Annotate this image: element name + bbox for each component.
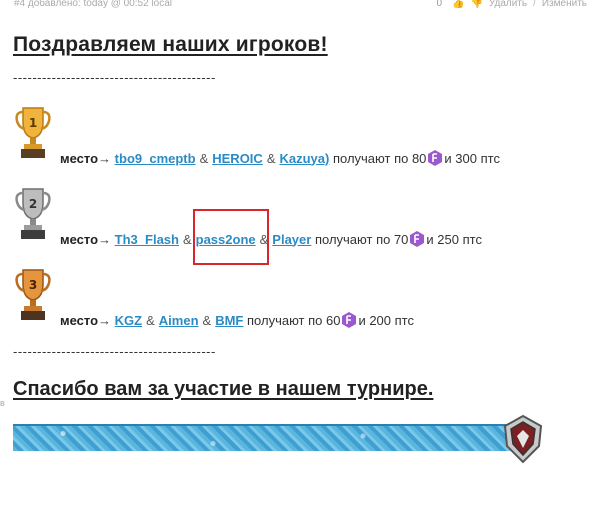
vote-count: 0 [436, 0, 443, 9]
amp: & [266, 150, 276, 166]
action-separator: / [533, 0, 536, 9]
post-meta-bar: #4 добавлено: today @ 00:52 local 0 👍 👎 … [0, 0, 605, 14]
trophy-rank: 1 [29, 116, 37, 130]
trophy-rank: 3 [29, 278, 37, 292]
gem-icon [342, 312, 357, 328]
place-2-line: место → Th3_Flash & pass2one & Player по… [60, 231, 482, 247]
thumb-down-icon[interactable]: 👎 [470, 0, 482, 9]
reward-prefix: получают по 80 [332, 150, 427, 166]
shield-badge-icon [503, 414, 543, 464]
place-label: место [60, 312, 99, 328]
reward-suffix: и 200 птс [358, 312, 414, 328]
divider-top: ----------------------------------------… [13, 70, 216, 85]
arrow: → [98, 231, 112, 247]
banner-image [13, 424, 513, 451]
trophy-rank: 2 [29, 197, 37, 211]
player-link[interactable]: BMF [215, 313, 243, 328]
place-label: место [60, 150, 99, 166]
arrow: → [98, 312, 112, 328]
delete-link[interactable]: Удалить [489, 0, 527, 9]
arrow: → [98, 150, 112, 166]
post-info: #4 добавлено: today @ 00:52 local [14, 0, 173, 9]
player-link[interactable]: Player [272, 232, 311, 247]
gem-icon [410, 231, 425, 247]
amp: & [199, 150, 209, 166]
highlight-box [193, 209, 269, 265]
edge-text: в [0, 398, 5, 408]
amp: & [182, 231, 192, 247]
place-3-line: место → KGZ & Aimen & BMF получают по 60… [60, 312, 414, 328]
edit-link[interactable]: Изменить [542, 0, 587, 9]
player-link[interactable]: tbo9_cmeptb [115, 151, 196, 166]
reward-prefix: получают по 60 [247, 312, 341, 328]
thanks-heading: Спасибо вам за участие в нашем турнире. [13, 378, 434, 400]
player-link[interactable]: Kazuya) [279, 151, 329, 166]
place-1-line: место → tbo9_cmeptb & HEROIC & Kazuya) п… [60, 150, 500, 166]
page-title: Поздравляем наших игроков! [13, 33, 328, 56]
gem-icon [428, 150, 443, 166]
reward-prefix: получают по 70 [314, 231, 409, 247]
amp: & [202, 312, 212, 328]
player-link[interactable]: HEROIC [212, 151, 263, 166]
post-actions: 0 👍 👎 Удалить / Изменить [436, 0, 587, 9]
player-link[interactable]: KGZ [115, 313, 142, 328]
player-link[interactable]: Th3_Flash [115, 232, 179, 247]
divider-bottom: ----------------------------------------… [13, 344, 216, 359]
thumb-up-icon[interactable]: 👍 [452, 0, 464, 9]
gold-trophy-icon: 1 [15, 107, 51, 158]
amp: & [146, 312, 155, 328]
reward-suffix: и 250 птс [426, 231, 482, 247]
bronze-trophy-icon: 3 [15, 269, 51, 320]
player-link[interactable]: Aimen [159, 313, 199, 328]
place-label: место [60, 231, 99, 247]
silver-trophy-icon: 2 [15, 188, 51, 239]
reward-suffix: и 300 птс [444, 150, 500, 166]
